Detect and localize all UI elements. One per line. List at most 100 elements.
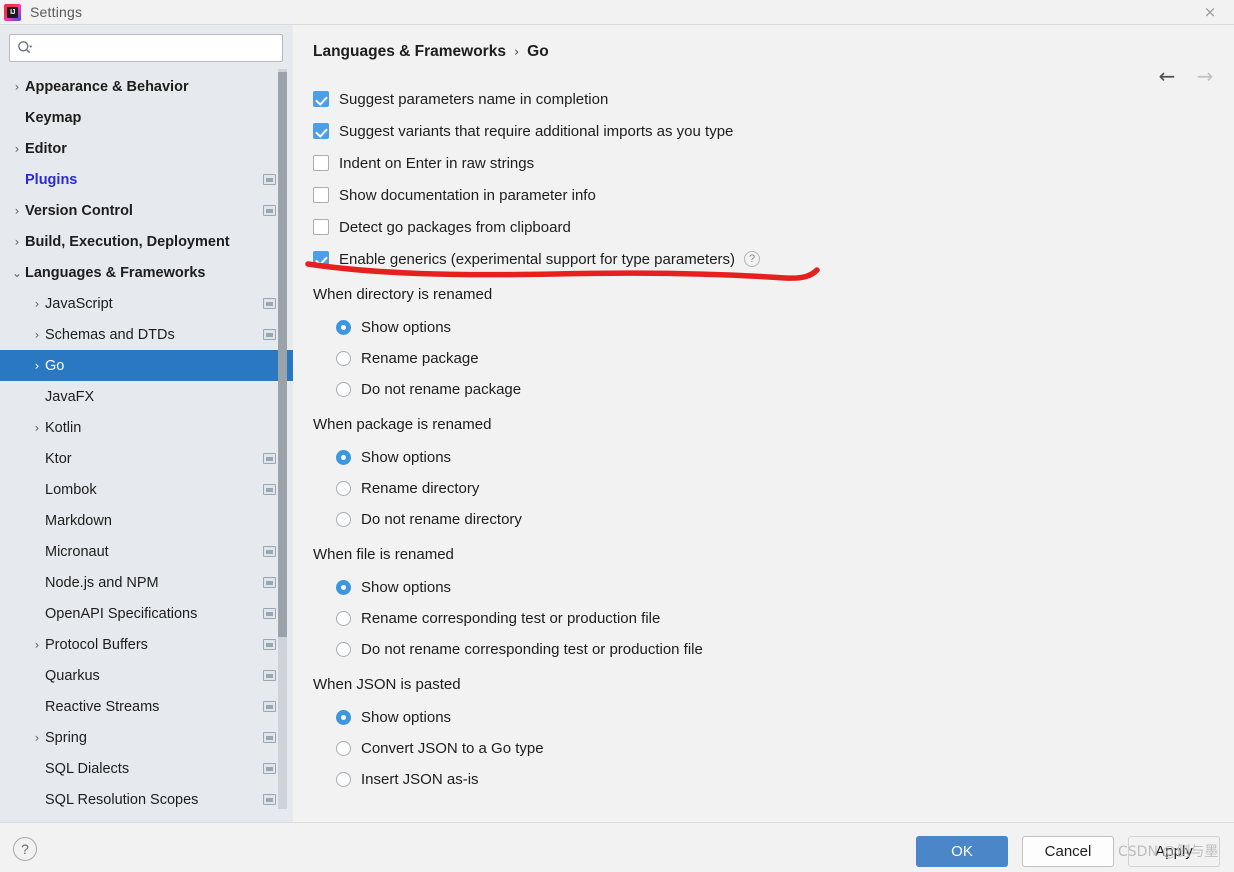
sidebar-item-spring[interactable]: › Spring (0, 722, 293, 753)
help-icon[interactable]: ? (744, 251, 761, 267)
sidebar-item-openapi-specifications[interactable]: OpenAPI Specifications (0, 598, 293, 629)
checkbox-icon[interactable] (313, 251, 329, 267)
breadcrumb-separator-icon: › (513, 44, 520, 60)
project-scope-icon (263, 731, 276, 743)
chevron-right-icon[interactable]: › (29, 297, 45, 311)
sidebar-item-build-execution-deployment[interactable]: › Build, Execution, Deployment (0, 226, 293, 257)
chevron-down-icon[interactable]: ⌄ (9, 266, 25, 280)
cancel-button[interactable]: Cancel (1022, 836, 1114, 867)
sidebar-item-node-js-and-npm[interactable]: Node.js and NPM (0, 567, 293, 598)
radio-icon[interactable] (336, 772, 351, 787)
checkbox-icon[interactable] (313, 219, 329, 235)
radio-label: Show options (361, 579, 452, 596)
sidebar-item-label: Reactive Streams (45, 698, 160, 715)
sidebar-item-label: Schemas and DTDs (45, 326, 175, 343)
radio-icon[interactable] (336, 580, 351, 595)
sidebar-item-plugins[interactable]: Plugins (0, 164, 293, 195)
project-scope-icon (263, 793, 276, 805)
radio-icon[interactable] (336, 351, 351, 366)
radio-row[interactable]: Rename directory (313, 473, 1234, 504)
sidebar-item-lombok[interactable]: Lombok (0, 474, 293, 505)
sidebar-item-micronaut[interactable]: Micronaut (0, 536, 293, 567)
sidebar-item-label: Plugins (25, 171, 78, 188)
help-icon[interactable]: ? (13, 837, 37, 861)
sidebar-item-quarkus[interactable]: Quarkus (0, 660, 293, 691)
project-scope-icon (263, 483, 276, 495)
radio-row[interactable]: Convert JSON to a Go type (313, 733, 1234, 764)
checkbox-row[interactable]: Suggest parameters name in completion (313, 83, 1234, 115)
radio-label: Insert JSON as-is (361, 771, 479, 788)
radio-row[interactable]: Show options (313, 312, 1234, 343)
sidebar-item-kotlin[interactable]: › Kotlin (0, 412, 293, 443)
checkbox-icon[interactable] (313, 187, 329, 203)
sidebar-item-keymap[interactable]: Keymap (0, 102, 293, 133)
sidebar-item-javafx[interactable]: JavaFX (0, 381, 293, 412)
radio-row[interactable]: Do not rename package (313, 374, 1234, 405)
close-icon[interactable]: × (1196, 0, 1224, 24)
radio-icon[interactable] (336, 382, 351, 397)
radio-row[interactable]: Show options (313, 572, 1234, 603)
sidebar-scrollbar-thumb[interactable] (278, 72, 287, 637)
radio-label: Show options (361, 319, 452, 336)
sidebar-item-schemas-and-dtds[interactable]: › Schemas and DTDs (0, 319, 293, 350)
checkbox-row[interactable]: Detect go packages from clipboard (313, 211, 1234, 243)
radio-row[interactable]: Insert JSON as-is (313, 764, 1234, 795)
search-box[interactable] (9, 34, 283, 62)
chevron-right-icon[interactable]: › (29, 638, 45, 652)
sidebar-item-label: Keymap (25, 109, 82, 126)
sidebar-item-editor[interactable]: › Editor (0, 133, 293, 164)
sidebar-item-go[interactable]: › Go (0, 350, 293, 381)
radio-icon[interactable] (336, 450, 351, 465)
watermark: CSDN @侧与墨 (1118, 844, 1219, 860)
radio-icon[interactable] (336, 611, 351, 626)
checkbox-icon[interactable] (313, 123, 329, 139)
checkbox-icon[interactable] (313, 91, 329, 107)
search-input[interactable] (37, 38, 276, 58)
radio-row[interactable]: Do not rename corresponding test or prod… (313, 634, 1234, 665)
chevron-right-icon[interactable]: › (9, 235, 25, 249)
sidebar-item-languages-frameworks[interactable]: ⌄ Languages & Frameworks (0, 257, 293, 288)
radio-row[interactable]: Rename package (313, 343, 1234, 374)
breadcrumb-parent[interactable]: Languages & Frameworks (313, 43, 506, 61)
checkbox-row[interactable]: Show documentation in parameter info (313, 179, 1234, 211)
window-title: Settings (30, 4, 83, 20)
sidebar-item-markdown[interactable]: Markdown (0, 505, 293, 536)
checkbox-row[interactable]: Enable generics (experimental support fo… (313, 243, 1234, 275)
radio-icon[interactable] (336, 512, 351, 527)
chevron-right-icon[interactable]: › (9, 80, 25, 94)
ok-button[interactable]: OK (916, 836, 1008, 867)
radio-row[interactable]: Do not rename directory (313, 504, 1234, 535)
chevron-right-icon[interactable]: › (29, 359, 45, 373)
intellij-idea-logo-icon: IJ (4, 3, 21, 21)
sidebar-item-reactive-streams[interactable]: Reactive Streams (0, 691, 293, 722)
sidebar-item-sql-dialects[interactable]: SQL Dialects (0, 753, 293, 784)
checkbox-row[interactable]: Indent on Enter in raw strings (313, 147, 1234, 179)
radio-group-title: When directory is renamed (313, 286, 493, 303)
radio-icon[interactable] (336, 320, 351, 335)
chevron-right-icon[interactable]: › (9, 204, 25, 218)
sidebar-item-version-control[interactable]: › Version Control (0, 195, 293, 226)
radio-icon[interactable] (336, 741, 351, 756)
chevron-right-icon[interactable]: › (29, 731, 45, 745)
sidebar-item-sql-resolution-scopes[interactable]: SQL Resolution Scopes (0, 784, 293, 815)
radio-icon[interactable] (336, 710, 351, 725)
sidebar-item-protocol-buffers[interactable]: › Protocol Buffers (0, 629, 293, 660)
sidebar-item-appearance-behavior[interactable]: › Appearance & Behavior (0, 71, 293, 102)
project-scope-icon (263, 669, 276, 681)
radio-icon[interactable] (336, 642, 351, 657)
sidebar-item-ktor[interactable]: Ktor (0, 443, 293, 474)
chevron-right-icon[interactable]: › (29, 421, 45, 435)
sidebar-item-label: Languages & Frameworks (25, 264, 206, 281)
checkbox-icon[interactable] (313, 155, 329, 171)
radio-row[interactable]: Rename corresponding test or production … (313, 603, 1234, 634)
sidebar-item-label: Ktor (45, 450, 72, 467)
checkbox-row[interactable]: Suggest variants that require additional… (313, 115, 1234, 147)
checkbox-label: Indent on Enter in raw strings (339, 154, 535, 172)
chevron-right-icon[interactable]: › (29, 328, 45, 342)
chevron-right-icon[interactable]: › (9, 142, 25, 156)
radio-row[interactable]: Show options (313, 442, 1234, 473)
radio-row[interactable]: Show options (313, 702, 1234, 733)
radio-icon[interactable] (336, 481, 351, 496)
sidebar-item-label: Appearance & Behavior (25, 78, 189, 95)
sidebar-item-javascript[interactable]: › JavaScript (0, 288, 293, 319)
